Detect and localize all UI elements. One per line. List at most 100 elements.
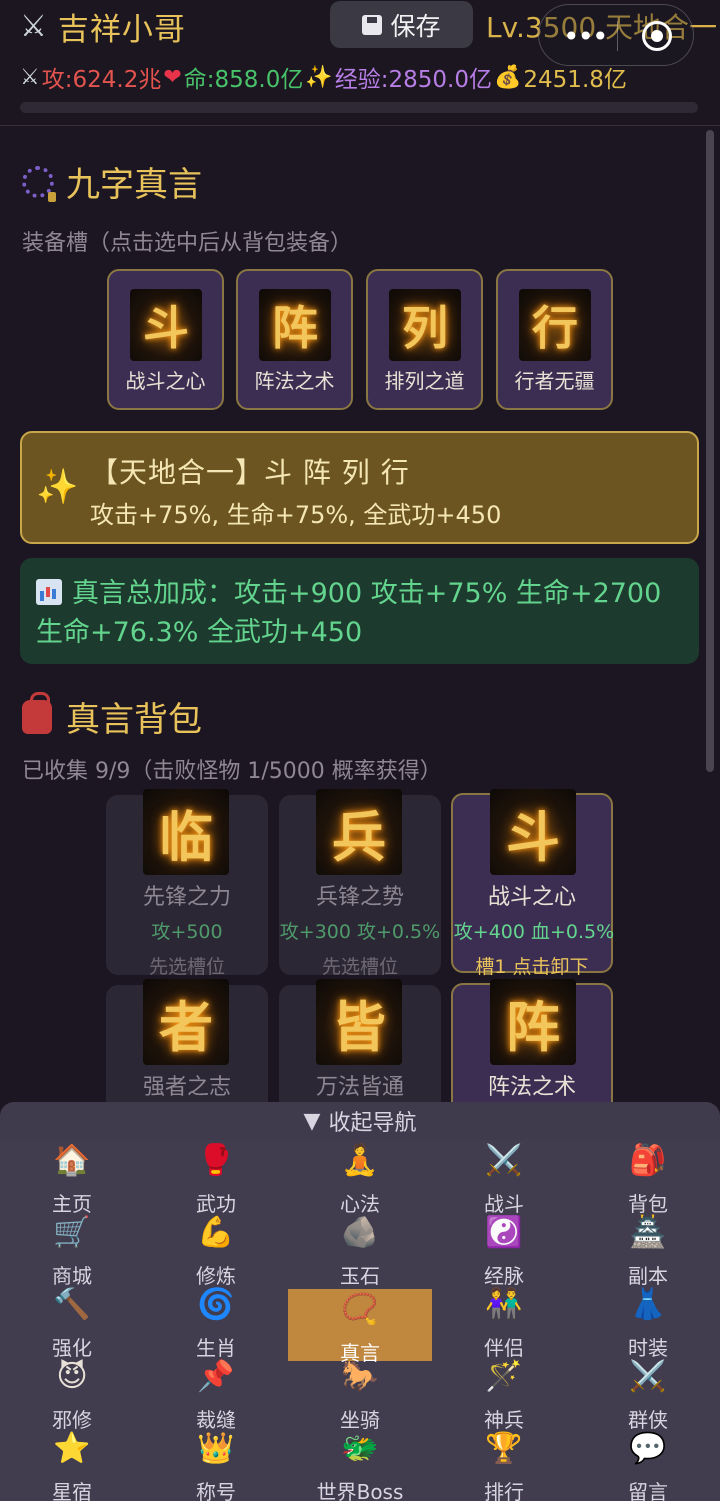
slot-label: 排列之道 — [384, 369, 465, 393]
card-name: 战斗之心 — [487, 885, 576, 910]
content-scrollbar[interactable] — [706, 130, 714, 772]
nav-icon: 👫 — [485, 1287, 523, 1322]
card-name: 先锋之力 — [142, 885, 231, 910]
attack-icon: ⚔ — [20, 64, 40, 90]
nav-label: 排行 — [484, 1480, 524, 1501]
player-name: 吉祥小哥 — [57, 11, 186, 48]
nav-icon: 💬 — [629, 1431, 667, 1466]
bag-card-equipped[interactable]: 斗 战斗之心 攻+400 血+0.5% 槽1 点击卸下 — [451, 789, 614, 978]
nav-item-14[interactable]: 👗 时装 — [576, 1284, 720, 1360]
nav-label: 称号 — [196, 1480, 236, 1501]
nav-icon: 📌 — [197, 1359, 235, 1394]
nav-label: 世界Boss — [316, 1480, 404, 1501]
miniprogram-capsule: ••• — [538, 4, 694, 66]
nav-item-5[interactable]: 🛒 商城 — [0, 1212, 144, 1288]
nav-item-22[interactable]: 🐲 世界Boss — [288, 1428, 432, 1501]
nav-item-2[interactable]: 🧘 心法 — [288, 1140, 432, 1216]
nav-item-18[interactable]: 🪄 神兵 — [432, 1356, 576, 1432]
bag-card[interactable]: 者 强者之志 — [106, 979, 268, 1102]
nav-icon: 👗 — [629, 1287, 667, 1322]
triangle-down-icon: ▼ — [303, 1108, 321, 1134]
equip-section-title: 九字真言 — [22, 157, 202, 206]
nav-icon: 🌀 — [197, 1287, 235, 1322]
crossed-swords-icon: ⚔ — [20, 8, 48, 44]
equip-slot-1[interactable]: 斗 战斗之心 — [107, 269, 224, 410]
exp-stat: 经验:2850.0亿 — [334, 67, 492, 93]
prayer-beads-icon — [22, 165, 56, 202]
nav-item-8[interactable]: ☯️ 经脉 — [432, 1212, 576, 1288]
equip-slot-3[interactable]: 列 排列之道 — [366, 269, 483, 410]
glyph-tile: 行 — [519, 289, 591, 361]
nav-icon: 🔨 — [53, 1287, 91, 1322]
nav-icon: 🏯 — [629, 1215, 667, 1250]
equip-slot-4[interactable]: 行 行者无疆 — [496, 269, 613, 410]
equip-section-title-text: 九字真言 — [66, 165, 202, 205]
nav-item-12[interactable]: 📿 真言 — [288, 1289, 432, 1365]
nav-item-6[interactable]: 💪 修炼 — [144, 1212, 288, 1288]
equip-slot-2[interactable]: 阵 阵法之术 — [236, 269, 353, 410]
nav-item-11[interactable]: 🌀 生肖 — [144, 1284, 288, 1360]
nav-icon: 🥊 — [197, 1143, 235, 1178]
nav-item-20[interactable]: ⭐ 星宿 — [0, 1428, 144, 1501]
nav-icon: 🏠 — [53, 1143, 91, 1178]
bag-card[interactable]: 兵 兵锋之势 攻+300 攻+0.5% 先选槽位 — [279, 789, 441, 978]
card-state: 槽1 点击卸下 — [475, 956, 589, 978]
save-button[interactable]: 保存 — [330, 1, 473, 48]
set-bonus-title: 【天地合一】斗 阵 列 行 — [90, 456, 410, 489]
heart-icon: ❤ — [163, 64, 182, 90]
bag-card[interactable]: 临 先锋之力 攻+500 先选槽位 — [106, 789, 268, 978]
nav-item-19[interactable]: ⚔️ 群侠 — [576, 1356, 720, 1432]
glyph-tile: 临 — [143, 789, 229, 875]
nav-item-10[interactable]: 🔨 强化 — [0, 1284, 144, 1360]
backpack-icon — [22, 691, 52, 734]
nav-item-0[interactable]: 🏠 主页 — [0, 1140, 144, 1216]
bag-card-equipped[interactable]: 阵 阵法之术 — [451, 979, 613, 1102]
nav-label: 玉石 — [340, 1264, 380, 1288]
nav-icon: 🧘 — [341, 1143, 379, 1178]
nav-icon: 🪄 — [485, 1359, 523, 1394]
nav-item-15[interactable]: 😈 邪修 — [0, 1356, 144, 1432]
equip-slot-hint: 装备槽（点击选中后从背包装备） — [22, 231, 353, 256]
set-bonus-description: 攻击+75%, 生命+75%, 全武功+450 — [90, 501, 502, 529]
bottom-navigation: 🏠 主页 🥊 武功 🧘 心法 ⚔️ 战斗 🎒 背包 🛒 商城 💪 修炼 🪨 玉石 ☯️ 经脉 🏯 副本 🔨 强化 🌀 生肖 📿 真… — [0, 1140, 720, 1501]
nav-item-13[interactable]: 👫 伴侣 — [432, 1284, 576, 1360]
nav-item-7[interactable]: 🪨 玉石 — [288, 1212, 432, 1288]
close-miniprogram-icon[interactable] — [642, 21, 672, 51]
glyph-tile: 斗 — [130, 289, 202, 361]
main-content[interactable]: 九字真言 装备槽（点击选中后从背包装备） 斗 战斗之心 阵 阵法之术 列 排列之… — [0, 127, 720, 1102]
nav-icon: 🎒 — [629, 1143, 667, 1178]
nav-item-16[interactable]: 📌 裁缝 — [144, 1356, 288, 1432]
capsule-divider — [617, 21, 618, 51]
nav-item-17[interactable]: 🐎 坐骑 — [288, 1356, 432, 1432]
total-bonus-row: 真言总加成：攻击+900 攻击+75% 生命+2700 生命+76.3% 全武功… — [36, 574, 686, 652]
card-effect: 攻+300 攻+0.5% — [279, 921, 441, 943]
card-name: 强者之志 — [142, 1075, 231, 1100]
nav-item-24[interactable]: 💬 留言 — [576, 1428, 720, 1501]
nav-item-1[interactable]: 🥊 武功 — [144, 1140, 288, 1216]
card-name: 兵锋之势 — [315, 885, 404, 910]
nav-item-21[interactable]: 👑 称号 — [144, 1428, 288, 1501]
glyph-tile: 阵 — [490, 979, 576, 1065]
nav-icon: ☯️ — [485, 1215, 523, 1250]
floppy-disk-icon — [362, 14, 383, 35]
collapse-nav-button[interactable]: ▼ 收起导航 — [0, 1102, 720, 1140]
nav-icon: 🪨 — [341, 1215, 379, 1250]
glyph-tile: 列 — [389, 289, 461, 361]
nav-icon: 🐲 — [341, 1431, 379, 1466]
nav-item-23[interactable]: 🏆 排行 — [432, 1428, 576, 1501]
card-name: 阵法之术 — [487, 1075, 576, 1100]
attack-stat: 攻:624.2兆 — [41, 67, 162, 93]
top-status-bar: ⚔ 吉祥小哥 保存 Lv.3500 天地合一 ••• ⚔ 攻:624.2兆 ❤ … — [0, 0, 720, 126]
slot-label: 阵法之术 — [254, 369, 335, 393]
nav-item-3[interactable]: ⚔️ 战斗 — [432, 1140, 576, 1216]
nav-icon: 💪 — [197, 1215, 235, 1250]
glyph-tile: 阵 — [259, 289, 331, 361]
nav-item-9[interactable]: 🏯 副本 — [576, 1212, 720, 1288]
more-menu-icon[interactable]: ••• — [563, 20, 609, 53]
bag-card[interactable]: 皆 万法皆通 — [279, 979, 441, 1102]
glyph-tile: 者 — [143, 979, 229, 1065]
nav-icon: 😈 — [56, 1359, 88, 1394]
nav-item-4[interactable]: 🎒 背包 — [576, 1140, 720, 1216]
nav-icon: 👑 — [197, 1431, 235, 1466]
nav-label: 星宿 — [52, 1480, 92, 1501]
